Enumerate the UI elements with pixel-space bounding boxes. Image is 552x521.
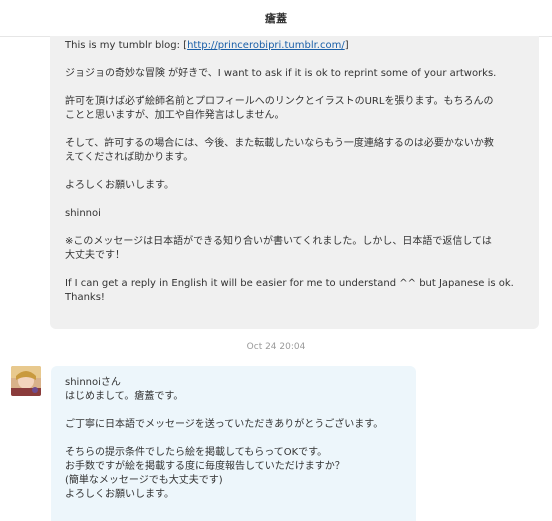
message-line: えてくだされば助かります。: [65, 152, 194, 163]
user-avatar-icon[interactable]: [11, 366, 41, 396]
message-timestamp: Oct 24 20:04: [246, 342, 306, 352]
message-line: If I can get a reply in English it will …: [65, 278, 514, 289]
message-line: そちらの提示条件でしたら絵を掲載してもらってOKです。: [65, 447, 328, 458]
message-line: よろしくお願いします。: [65, 489, 174, 500]
message-line: ご丁寧に日本語でメッセージを送っていただきありがとうございます。: [65, 419, 384, 430]
conversation-title: 瘡蓋: [265, 12, 287, 25]
incoming-message: This is my tumblr blog: [http://princero…: [50, 36, 539, 329]
blog-link[interactable]: http://princerobipri.tumblr.com/: [187, 40, 345, 51]
message-line: そして、許可するの場合には、今後、また転載したいならもう一度連絡するのは必要かな…: [65, 138, 494, 149]
message-line: はじめまして。瘡蓋です。: [65, 391, 184, 402]
message-line: (簡単なメッセージでも大丈夫です): [65, 475, 223, 486]
message-text: This is my tumblr blog: [: [65, 40, 188, 51]
message-signature: shinnoi: [65, 208, 101, 219]
conversation-header: 瘡蓋: [0, 0, 552, 37]
message-line: shinnoiさん: [65, 377, 121, 388]
message-line: ※このメッセージは日本語ができる知り合いが書いてくれました。しかし、日本語で返信…: [65, 236, 492, 247]
message-line: 大丈夫です！: [65, 250, 125, 261]
message-text: ]: [344, 40, 349, 51]
message-line: Thanks!: [65, 292, 105, 303]
message-line: ことと思いますが、加工や自作発言はしません。: [65, 110, 285, 121]
message-line: 許可を頂けば必ず絵師名前とプロフィールへのリンクとイラストのURLを張ります。も…: [65, 96, 494, 107]
outgoing-message: shinnoiさん はじめまして。瘡蓋です。 ご丁寧に日本語でメッセージを送って…: [51, 366, 416, 521]
message-line: This is my tumblr blog: [http://princero…: [65, 39, 525, 53]
message-line: よろしくお願いします。: [65, 180, 174, 191]
message-line: ジョジョの奇妙な冒険 が好きで、I want to ask if it is o…: [65, 68, 497, 79]
message-line: お手数ですが絵を掲載する度に毎度報告していただけますか？: [65, 461, 345, 472]
